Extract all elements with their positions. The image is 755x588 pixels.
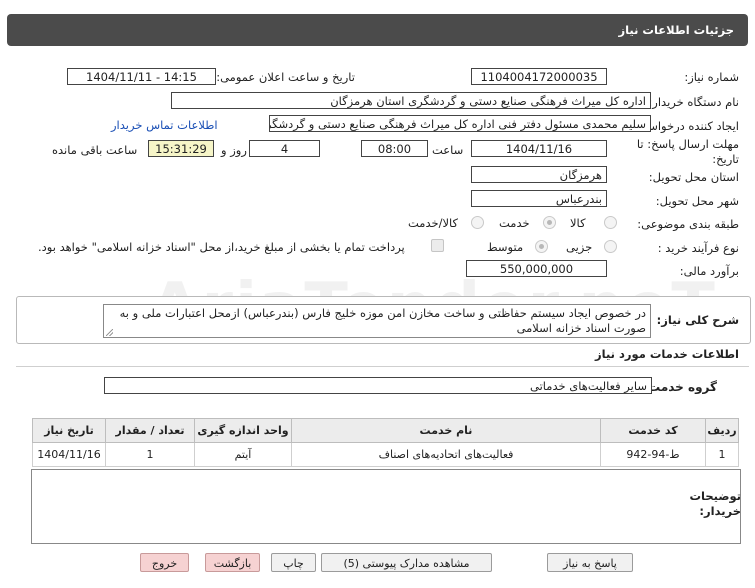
announce-label: تاریخ و ساعت اعلان عمومی: <box>216 70 355 84</box>
table-header-quantity: تعداد / مقدار <box>105 418 195 443</box>
table-row: 1 ط-94-942 فعالیت‌های اتحادیه‌های اصناف … <box>32 442 739 467</box>
buyer-notes-textarea[interactable] <box>31 469 741 544</box>
deadline-label-line1: مهلت ارسال پاسخ: تا <box>636 137 739 151</box>
category-option-service: خدمت <box>499 216 530 230</box>
process-radio-minor[interactable] <box>604 240 617 253</box>
requester-field: سلیم محمدی مسئول دفتر فنی اداره کل میراث… <box>269 115 651 132</box>
province-field: هرمزگان <box>471 166 607 183</box>
page-header: جزئیات اطلاعات نیاز <box>7 14 748 46</box>
services-section-title: اطلاعات خدمات مورد نیاز <box>595 347 739 361</box>
city-field: بندرعباس <box>471 190 607 207</box>
treasury-payment-checkbox[interactable] <box>431 239 444 252</box>
deadline-date-field: 1404/11/16 <box>471 140 607 157</box>
need-number-label: شماره نیاز: <box>684 70 739 84</box>
category-option-goods-service: کالا/خدمت <box>408 216 459 230</box>
days-label: روز و <box>221 143 247 157</box>
table-header-name: نام خدمت <box>291 418 601 443</box>
treasury-payment-note: پرداخت تمام یا بخشی از مبلغ خرید،از محل … <box>38 240 405 254</box>
table-header-unit: واحد اندازه گیری <box>194 418 292 443</box>
row-code: ط-94-942 <box>600 442 706 467</box>
exit-button[interactable]: خروج <box>140 553 189 572</box>
province-label: استان محل تحویل: <box>648 170 739 184</box>
reply-button[interactable]: پاسخ به نیاز <box>547 553 633 572</box>
announce-field: 1404/11/11 - 14:15 <box>67 68 216 85</box>
description-textarea: در خصوص ایجاد سیستم حفاظتی و ساخت مخازن … <box>103 304 651 338</box>
deadline-time-label: ساعت <box>432 143 464 157</box>
city-label: شهر محل تحویل: <box>655 194 739 208</box>
view-attachments-button[interactable]: مشاهده مدارک پیوستی (5) <box>321 553 492 572</box>
row-quantity: 1 <box>105 442 195 467</box>
process-option-medium: متوسط <box>487 240 524 254</box>
services-table: ردیف کد خدمت نام خدمت واحد اندازه گیری ت… <box>32 418 739 467</box>
days-remaining-field: 4 <box>249 140 320 157</box>
buyer-org-label: نام دستگاه خریدار: <box>648 95 739 109</box>
resize-grip-icon[interactable] <box>106 329 113 336</box>
buyer-notes-label-line1: توضیحات <box>689 489 742 503</box>
table-header-index: ردیف <box>705 418 739 443</box>
deadline-time-field: 08:00 <box>361 140 428 157</box>
category-radio-service[interactable] <box>543 216 556 229</box>
services-divider <box>16 366 749 367</box>
time-remaining-label: ساعت باقی مانده <box>52 143 138 157</box>
buyer-org-field: اداره کل میراث فرهنگی صنایع دستی و گردشگ… <box>171 92 651 109</box>
service-group-label: گروه خدمت: <box>643 380 717 394</box>
budget-field: 550,000,000 <box>466 260 607 277</box>
deadline-label-line2: تاریخ: <box>712 152 739 166</box>
process-radio-medium[interactable] <box>535 240 548 253</box>
process-option-minor: جزیی <box>566 240 593 254</box>
need-number-field: 1104004172000035 <box>471 68 607 85</box>
service-group-field: سایر فعالیت‌های خدماتی <box>104 377 652 394</box>
print-button[interactable]: چاپ <box>271 553 316 572</box>
category-label: طبقه بندی موضوعی: <box>637 217 739 231</box>
time-remaining-field: 15:31:29 <box>148 140 214 157</box>
buyer-contact-link[interactable]: اطلاعات تماس خریدار <box>111 118 218 132</box>
row-date: 1404/11/16 <box>32 442 106 467</box>
process-label: نوع فرآیند خرید : <box>657 241 739 255</box>
page-title: جزئیات اطلاعات نیاز <box>618 23 734 37</box>
row-unit: آیتم <box>194 442 292 467</box>
table-header-date: تاریخ نیاز <box>32 418 106 443</box>
category-radio-goods[interactable] <box>604 216 617 229</box>
buyer-notes-label-line2: خریدار: <box>699 504 741 518</box>
back-button[interactable]: بازگشت <box>205 553 260 572</box>
row-index: 1 <box>705 442 739 467</box>
description-label: شرح کلی نیاز: <box>656 313 739 327</box>
table-header-row: ردیف کد خدمت نام خدمت واحد اندازه گیری ت… <box>32 418 739 443</box>
description-text: در خصوص ایجاد سیستم حفاظتی و ساخت مخازن … <box>119 306 646 335</box>
table-header-code: کد خدمت <box>600 418 706 443</box>
category-option-goods: کالا <box>570 216 586 230</box>
row-name: فعالیت‌های اتحادیه‌های اصناف <box>291 442 601 467</box>
budget-label: برآورد مالی: <box>679 264 739 278</box>
category-radio-goods-service[interactable] <box>471 216 484 229</box>
